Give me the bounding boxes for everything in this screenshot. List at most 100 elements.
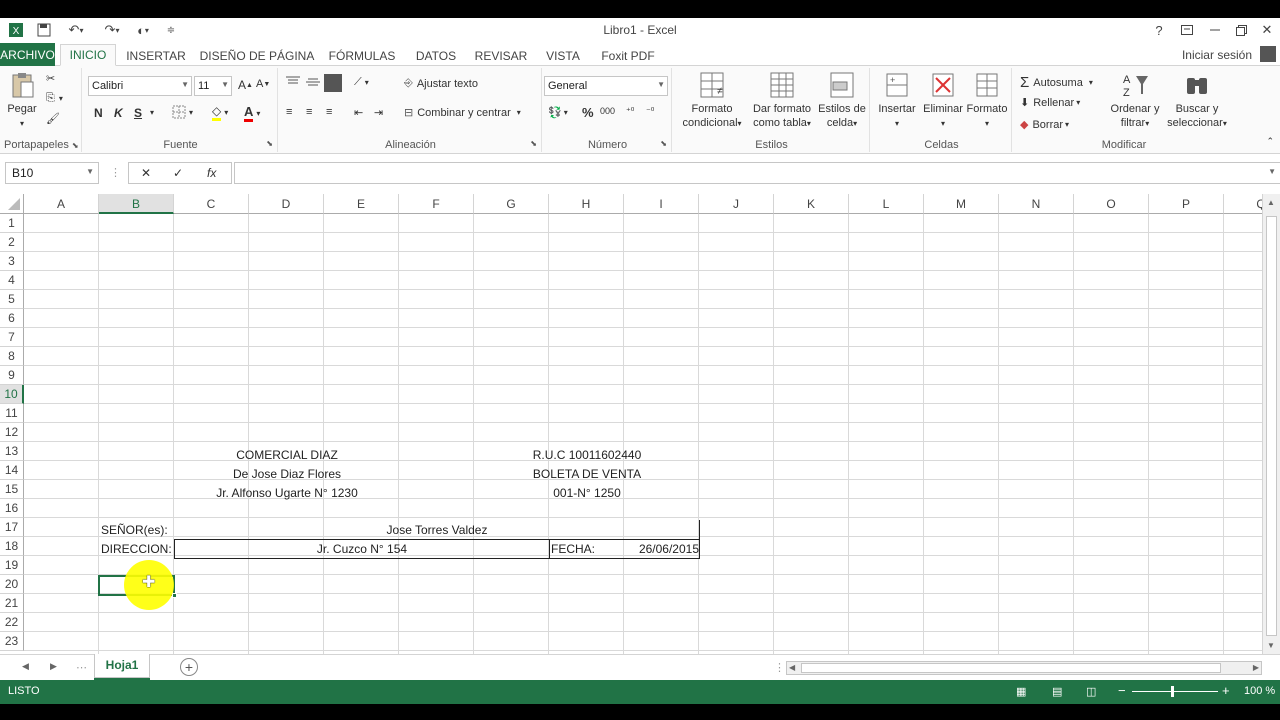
increase-decimal-icon[interactable]: ⁺⁰: [626, 106, 634, 117]
column-header-q[interactable]: Q: [1224, 194, 1262, 214]
tab-vista[interactable]: VISTA: [538, 45, 588, 66]
column-header-o[interactable]: O: [1074, 194, 1149, 214]
help-icon[interactable]: ?: [1145, 20, 1173, 40]
column-header-d[interactable]: D: [249, 194, 324, 214]
orientation-icon[interactable]: ⟋ ▾: [354, 76, 369, 89]
name-box[interactable]: B10 ▼: [5, 162, 99, 184]
sign-in-link[interactable]: Iniciar sesión: [1182, 48, 1252, 62]
cell-doc-number[interactable]: 001-N° 1250: [474, 484, 700, 502]
cell-date-value[interactable]: 26/06/2015: [625, 540, 699, 558]
align-middle-icon[interactable]: [306, 76, 320, 88]
align-center-icon[interactable]: ≡: [306, 106, 312, 118]
user-avatar[interactable]: [1260, 46, 1276, 62]
column-header-j[interactable]: J: [699, 194, 774, 214]
fill-color-icon[interactable]: ◇ ▾: [212, 104, 228, 121]
decrease-indent-icon[interactable]: ⇤: [354, 106, 363, 119]
cell-doc-type[interactable]: BOLETA DE VENTA: [474, 465, 700, 483]
scroll-right-icon[interactable]: ▶: [1253, 663, 1259, 672]
column-header-f[interactable]: F: [399, 194, 474, 214]
row-header-15[interactable]: 15: [0, 480, 24, 499]
column-header-g[interactable]: G: [474, 194, 549, 214]
decrease-decimal-icon[interactable]: ⁻⁰: [646, 106, 654, 117]
column-header-h[interactable]: H: [549, 194, 624, 214]
copy-icon[interactable]: ⎘ ▾: [46, 92, 63, 105]
row-header-2[interactable]: 2: [0, 233, 24, 252]
row-header-14[interactable]: 14: [0, 461, 24, 480]
scroll-down-icon[interactable]: ▼: [1267, 641, 1275, 650]
row-header-1[interactable]: 1: [0, 214, 24, 233]
hscroll-thumb[interactable]: [801, 663, 1221, 673]
zoom-in-icon[interactable]: +: [1222, 683, 1230, 698]
vertical-scrollbar[interactable]: ▲ ▼: [1262, 194, 1280, 654]
row-header-11[interactable]: 11: [0, 404, 24, 423]
format-as-table-button[interactable]: Dar formato como tabla▾: [748, 70, 816, 131]
worksheet-grid[interactable]: ABCDEFGHIJKLMNOPQ 1 2 3 4 5 6 7 8 9 10 11 12 13 14 15 1…: [0, 194, 1262, 654]
font-size-select[interactable]: 11 ▼: [194, 76, 232, 96]
tab-revisar[interactable]: REVISAR: [472, 45, 530, 66]
page-break-view-icon[interactable]: ◫: [1086, 685, 1096, 698]
number-format-select[interactable]: General ▼: [544, 76, 668, 96]
format-painter-icon[interactable]: 🖌: [46, 112, 60, 125]
new-sheet-icon[interactable]: +: [180, 658, 198, 676]
underline-button[interactable]: S: [134, 106, 142, 120]
close-icon[interactable]: ✕: [1253, 20, 1280, 40]
cell-date-label[interactable]: FECHA:: [551, 540, 625, 558]
insert-cells-button[interactable]: + Insertar ▾: [874, 70, 920, 131]
cell-ruc[interactable]: R.U.C 10011602440: [474, 446, 700, 464]
row-header-19[interactable]: 19: [0, 556, 24, 575]
thousands-button[interactable]: 000: [600, 106, 615, 116]
scroll-thumb[interactable]: [1266, 216, 1277, 636]
row-header-18[interactable]: 18: [0, 537, 24, 556]
row-header-23[interactable]: 23: [0, 632, 24, 651]
row-header-7[interactable]: 7: [0, 328, 24, 347]
tab-diseno-pagina[interactable]: DISEÑO DE PÁGINA: [198, 45, 316, 66]
format-cells-button[interactable]: Formato ▾: [964, 70, 1010, 131]
fill-handle[interactable]: [172, 593, 177, 598]
align-right-icon[interactable]: ≡: [326, 106, 332, 118]
select-all-corner[interactable]: [0, 194, 24, 214]
enter-icon[interactable]: ✓: [173, 166, 183, 180]
column-header-l[interactable]: L: [849, 194, 924, 214]
tab-formulas[interactable]: FÓRMULAS: [324, 45, 400, 66]
row-header-16[interactable]: 16: [0, 499, 24, 518]
column-header-b[interactable]: B: [99, 194, 174, 214]
wrap-text-button[interactable]: ⎆ Ajustar texto: [404, 77, 478, 90]
expand-formula-icon[interactable]: ▼: [1268, 167, 1276, 176]
row-header-6[interactable]: 6: [0, 309, 24, 328]
tab-archivo[interactable]: ARCHIVO: [0, 43, 55, 66]
increase-indent-icon[interactable]: ⇥: [374, 106, 383, 119]
minimize-icon[interactable]: [1201, 20, 1229, 40]
font-name-select[interactable]: Calibri ▼: [88, 76, 192, 96]
align-top-icon[interactable]: [286, 76, 300, 88]
cell-customer-address[interactable]: Jr. Cuzco N° 154: [174, 540, 550, 558]
row-header-8[interactable]: 8: [0, 347, 24, 366]
formula-input[interactable]: [234, 162, 1280, 184]
italic-button[interactable]: K: [114, 106, 123, 120]
row-header-21[interactable]: 21: [0, 594, 24, 613]
align-left-icon[interactable]: ≡: [286, 106, 292, 118]
zoom-slider-thumb[interactable]: [1171, 686, 1174, 697]
row-header-3[interactable]: 3: [0, 252, 24, 271]
conditional-format-button[interactable]: ≠ Formato condicional▾: [676, 70, 748, 131]
scroll-left-icon[interactable]: ◀: [789, 663, 795, 672]
bold-button[interactable]: N: [94, 106, 103, 120]
cell-company-name[interactable]: COMERCIAL DIAZ: [174, 446, 400, 464]
normal-view-icon[interactable]: ▦: [1016, 685, 1026, 698]
collapse-ribbon-icon[interactable]: ⌃: [1266, 136, 1274, 147]
ribbon-display-icon[interactable]: [1173, 20, 1201, 40]
row-header-17[interactable]: 17: [0, 518, 24, 537]
fill-button[interactable]: ⬇ Rellenar ▾: [1020, 96, 1080, 110]
row-header-22[interactable]: 22: [0, 613, 24, 632]
underline-dropdown-icon[interactable]: ▾: [150, 108, 154, 117]
cell-direction-label[interactable]: DIRECCION:: [101, 540, 175, 558]
currency-icon[interactable]: 💱 ▾: [548, 106, 568, 119]
column-header-k[interactable]: K: [774, 194, 849, 214]
tab-foxit-pdf[interactable]: Foxit PDF: [596, 45, 660, 66]
sheet-tab-hoja1[interactable]: Hoja1: [94, 654, 150, 678]
font-color-icon[interactable]: A ▾: [244, 104, 260, 122]
row-header-9[interactable]: 9: [0, 366, 24, 385]
zoom-slider[interactable]: [1132, 691, 1218, 692]
zoom-out-icon[interactable]: −: [1118, 683, 1126, 698]
tab-datos[interactable]: DATOS: [408, 45, 464, 66]
cancel-icon[interactable]: ✕: [141, 166, 151, 180]
